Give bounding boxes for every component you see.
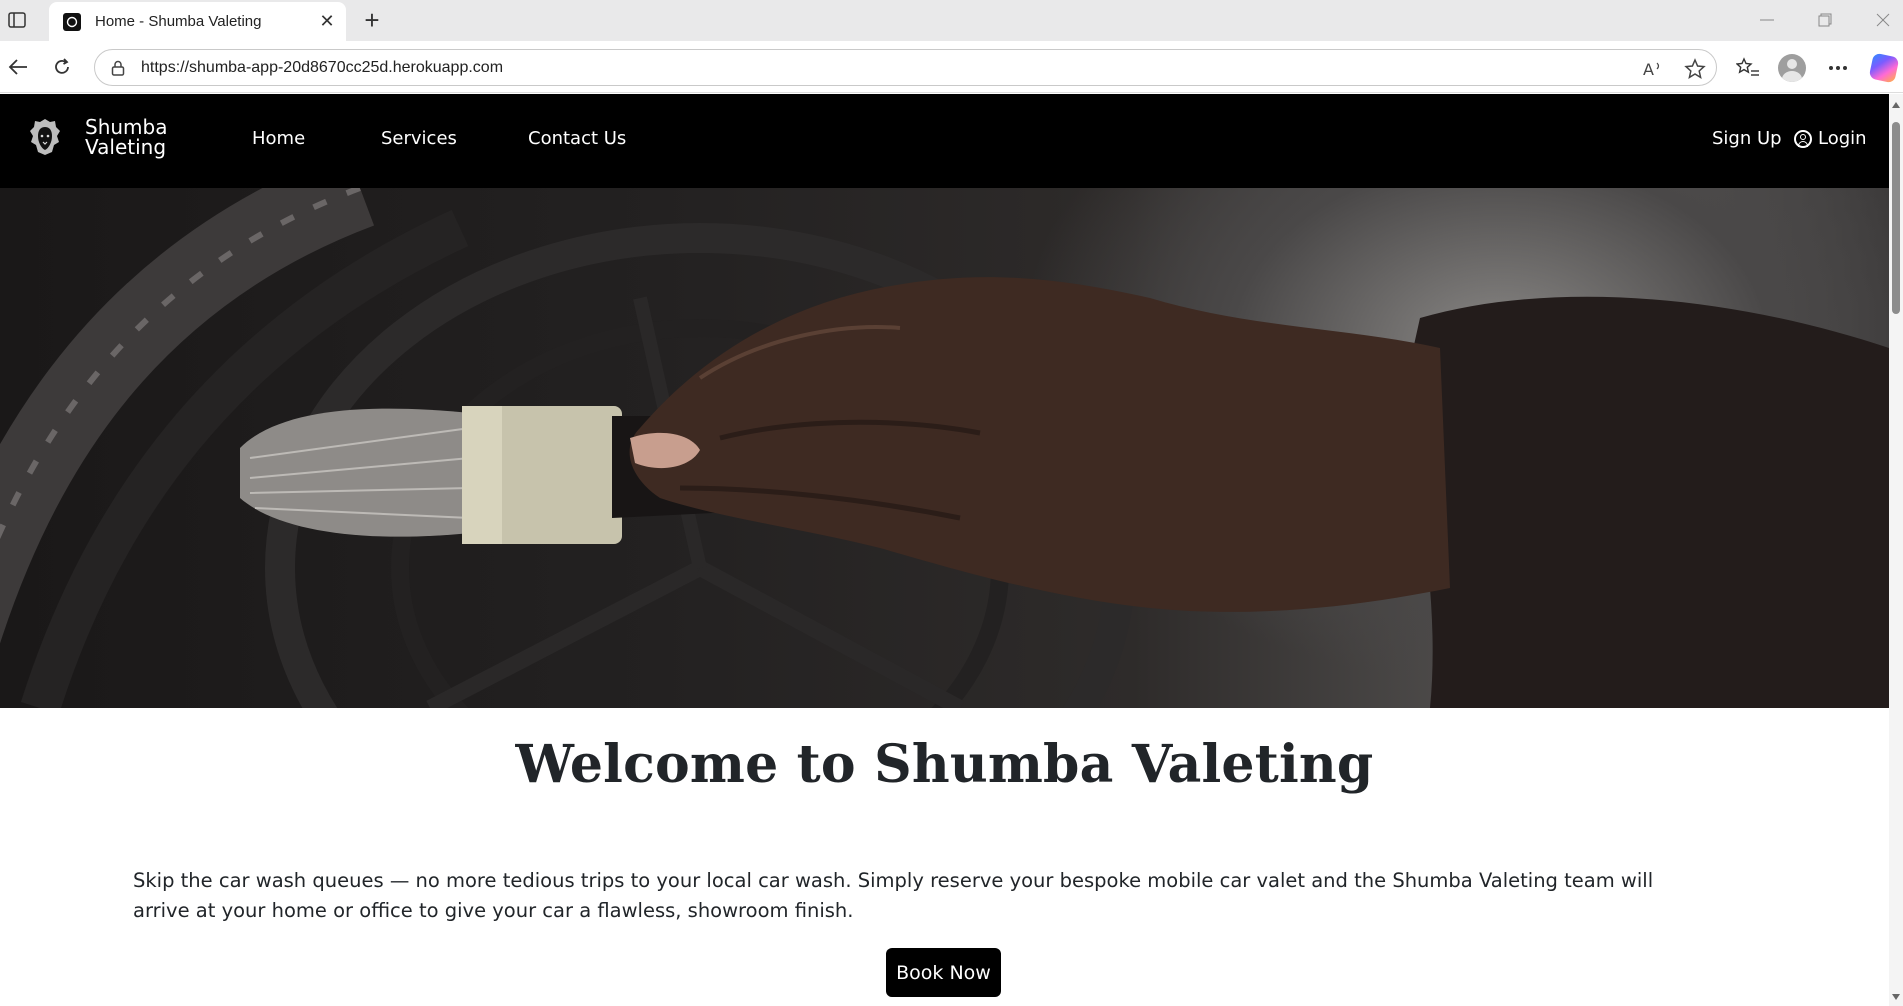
book-now-button[interactable]: Book Now (886, 948, 1001, 997)
hero-illustration (0, 188, 1889, 708)
browser-tab[interactable]: Home - Shumba Valeting ✕ (49, 2, 346, 41)
browser-tab-bar: Home - Shumba Valeting ✕ + (0, 0, 1903, 41)
brand-line-1: Shumba (85, 115, 168, 139)
page-title: Welcome to Shumba Valeting (515, 734, 1374, 795)
read-aloud-icon[interactable]: A (1643, 50, 1663, 87)
plus-icon[interactable]: + (358, 5, 386, 35)
refresh-icon[interactable] (50, 55, 74, 79)
favorite-star-icon[interactable] (1684, 50, 1706, 87)
nav-login-link[interactable]: Login (1794, 128, 1867, 149)
signup-label: Sign Up (1712, 128, 1782, 149)
copilot-icon[interactable] (1868, 52, 1900, 84)
brand-name: Shumba Valeting (85, 117, 167, 157)
intro-paragraph: Skip the car wash queues — no more tedio… (133, 869, 1654, 922)
lock-icon[interactable] (109, 59, 127, 77)
scroll-down-arrow-icon[interactable] (1892, 994, 1900, 1000)
brand[interactable]: Shumba Valeting (28, 117, 167, 157)
address-field[interactable]: https://shumba-app-20d8670cc25d.herokuap… (94, 49, 1717, 86)
profile-icon[interactable] (1778, 54, 1806, 82)
nav-home-link[interactable]: Home (252, 128, 305, 149)
sidebar-icon[interactable] (6, 9, 28, 31)
login-label: Login (1818, 128, 1867, 149)
svg-text:A: A (1643, 60, 1654, 78)
restore-icon[interactable] (1810, 8, 1840, 32)
user-circle-icon (1794, 129, 1812, 148)
browser-address-bar: https://shumba-app-20d8670cc25d.herokuap… (0, 41, 1903, 93)
minimize-icon[interactable] (1752, 8, 1782, 32)
back-icon[interactable] (6, 55, 30, 79)
nav-contact-link[interactable]: Contact Us (528, 128, 626, 149)
url-text: https://shumba-app-20d8670cc25d.herokuap… (141, 58, 504, 76)
site-navbar: Shumba Valeting Home Services Contact Us… (0, 94, 1889, 188)
scroll-thumb[interactable] (1892, 122, 1900, 314)
nav-signup-link[interactable]: Sign Up (1712, 128, 1782, 149)
more-icon[interactable] (1824, 54, 1852, 82)
lion-logo-icon (28, 117, 62, 157)
site-favicon-icon (63, 12, 81, 31)
window-close-icon[interactable] (1868, 8, 1898, 32)
close-icon[interactable]: ✕ (318, 11, 336, 32)
brand-line-2: Valeting (85, 135, 167, 159)
scroll-up-arrow-icon[interactable] (1892, 102, 1900, 108)
favorites-icon[interactable] (1734, 54, 1762, 82)
hero-image (0, 188, 1889, 708)
tab-title: Home - Shumba Valeting (95, 13, 262, 30)
page-viewport: Shumba Valeting Home Services Contact Us… (0, 94, 1889, 1006)
nav-services-link[interactable]: Services (381, 128, 457, 149)
page-scrollbar[interactable] (1889, 94, 1903, 1006)
